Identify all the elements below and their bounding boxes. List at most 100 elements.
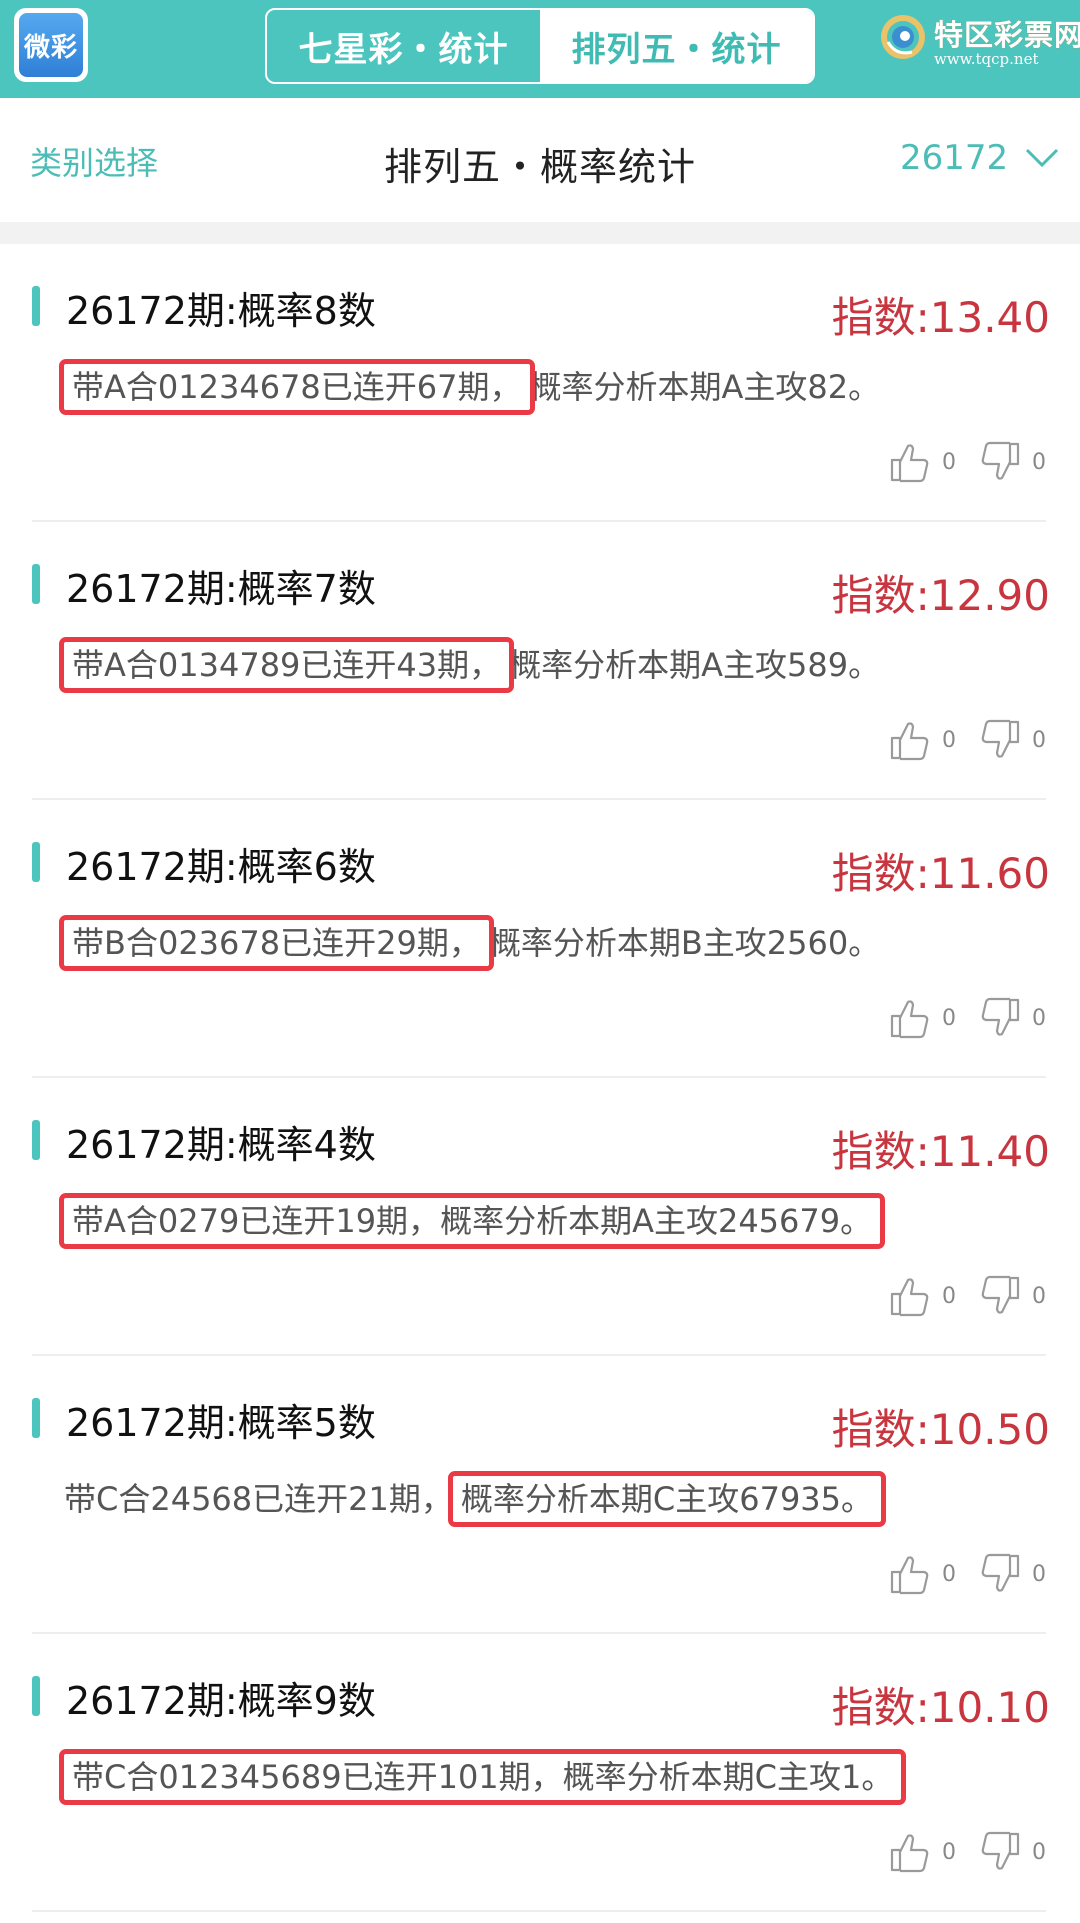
dislike-count: 0 <box>1032 727 1046 753</box>
thumbs-down-icon <box>981 1275 1020 1314</box>
like-count: 0 <box>942 1005 956 1031</box>
list-item: 26172期:概率5数 指数:10.50 带C合24568已连开21期， 概率分析… <box>0 1356 1080 1634</box>
card-title: 26172期:概率8数 <box>66 289 376 333</box>
accent-bar <box>32 1676 40 1716</box>
tab-qixingcai[interactable]: 七星彩・统计 <box>267 10 540 82</box>
brand-logo: 特区彩票网 www.tqcp.net <box>878 10 1080 70</box>
tab-pailiewu[interactable]: 排列五・统计 <box>540 10 813 82</box>
vote-actions: 0 0 <box>866 996 1046 1040</box>
app-logo[interactable]: 微彩 <box>14 8 88 82</box>
thumbs-up-icon <box>890 1278 929 1317</box>
section-divider <box>0 222 1080 244</box>
dislike-count: 0 <box>1032 1839 1046 1865</box>
dislike-button[interactable]: 0 <box>978 1830 1046 1874</box>
like-count: 0 <box>942 727 956 753</box>
card-index: 指数:12.90 <box>831 571 1050 620</box>
dislike-button[interactable]: 0 <box>978 1552 1046 1596</box>
brand-url: www.tqcp.net <box>934 50 1039 68</box>
like-button[interactable]: 0 <box>888 440 956 484</box>
like-button[interactable]: 0 <box>888 996 956 1040</box>
list-item: 26172期:概率8数 指数:13.40 带A合01234678已连开67期，概… <box>0 244 1080 522</box>
dislike-button[interactable]: 0 <box>978 440 1046 484</box>
card-description: 带A合0279已连开19期，概率分析本期A主攻245679。 <box>58 1193 886 1249</box>
card-index: 指数:10.10 <box>831 1683 1050 1732</box>
highlight-box: 带B合023678已连开29期， <box>59 915 494 971</box>
accent-bar <box>32 286 40 326</box>
issue-number: 26172 <box>900 138 1009 178</box>
card-index: 指数:10.50 <box>831 1405 1050 1454</box>
chevron-down-icon <box>1026 148 1059 168</box>
desc-analysis: 概率分析本期B主攻2560。 <box>488 924 881 962</box>
dislike-count: 0 <box>1032 1283 1046 1309</box>
like-count: 0 <box>942 1839 956 1865</box>
desc-analysis: 概率分析本期A主攻589。 <box>509 646 881 684</box>
card-description: 带C合012345689已连开101期，概率分析本期C主攻1。 <box>58 1749 907 1805</box>
thumbs-down-icon <box>981 1553 1020 1592</box>
issue-select-dropdown[interactable]: 26172 <box>900 138 1060 178</box>
dislike-button[interactable]: 0 <box>978 718 1046 762</box>
vote-actions: 0 0 <box>866 718 1046 762</box>
like-count: 0 <box>942 1561 956 1587</box>
vote-actions: 0 0 <box>866 1552 1046 1596</box>
list-item: 26172期:概率9数 指数:10.10 带C合012345689已连开101期… <box>0 1634 1080 1912</box>
like-count: 0 <box>942 449 956 475</box>
dislike-button[interactable]: 0 <box>978 996 1046 1040</box>
thumbs-down-icon <box>981 997 1020 1036</box>
list-item: 26172期:概率6数 指数:11.60 带B合023678已连开29期， 概率分… <box>0 800 1080 1078</box>
desc-streak: 带C合012345689已连开101期， <box>72 1758 563 1796</box>
highlight-box: 带A合01234678已连开67期， <box>59 359 535 415</box>
desc-analysis: 概率分析本期C主攻1。 <box>562 1758 894 1796</box>
card-title: 26172期:概率9数 <box>66 1679 376 1723</box>
vote-actions: 0 0 <box>866 440 1046 484</box>
like-count: 0 <box>942 1283 956 1309</box>
lottery-tabs: 七星彩・统计 排列五・统计 <box>265 8 815 84</box>
highlight-box: 概率分析本期C主攻67935。 <box>447 1471 887 1527</box>
card-title: 26172期:概率5数 <box>66 1401 376 1445</box>
card-description: 带A合01234678已连开67期， 概率分析本期A主攻82。 <box>59 359 881 415</box>
swirl-logo-icon <box>881 15 925 59</box>
dislike-count: 0 <box>1032 1561 1046 1587</box>
thumbs-up-icon <box>890 1000 929 1039</box>
vote-actions: 0 0 <box>866 1274 1046 1318</box>
card-index: 指数:11.40 <box>831 1127 1050 1176</box>
highlight-box: 带A合0279已连开19期，概率分析本期A主攻245679。 <box>58 1193 886 1249</box>
thumbs-down-icon <box>981 1831 1020 1870</box>
card-title: 26172期:概率6数 <box>66 845 376 889</box>
card-title: 26172期:概率7数 <box>66 567 376 611</box>
dislike-count: 0 <box>1032 449 1046 475</box>
vote-actions: 0 0 <box>866 1830 1046 1874</box>
thumbs-up-icon <box>890 722 929 761</box>
brand-name: 特区彩票网 <box>934 18 1080 52</box>
thumbs-up-icon <box>890 444 929 483</box>
desc-streak: 带A合0279已连开19期， <box>72 1202 441 1240</box>
filter-bar: 类别选择 排列五・概率统计 26172 <box>0 98 1080 222</box>
app-logo-text: 微彩 <box>19 13 83 77</box>
dislike-button[interactable]: 0 <box>978 1274 1046 1318</box>
like-button[interactable]: 0 <box>888 1552 956 1596</box>
thumbs-up-icon <box>890 1834 929 1873</box>
card-index: 指数:13.40 <box>831 293 1050 342</box>
thumbs-down-icon <box>981 441 1020 480</box>
card-title: 26172期:概率4数 <box>66 1123 376 1167</box>
card-description: 带B合023678已连开29期， 概率分析本期B主攻2560。 <box>59 915 881 971</box>
thumbs-down-icon <box>981 719 1020 758</box>
like-button[interactable]: 0 <box>888 718 956 762</box>
desc-streak: 带C合24568已连开21期， <box>64 1480 453 1518</box>
list-item: 26172期:概率4数 指数:11.40 带A合0279已连开19期，概率分析本… <box>0 1078 1080 1356</box>
list-item: 26172期:概率7数 指数:12.90 带A合0134789已连开43期， 概率… <box>0 522 1080 800</box>
desc-analysis: 概率分析本期A主攻82。 <box>529 368 881 406</box>
accent-bar <box>32 1120 40 1160</box>
accent-bar <box>32 564 40 604</box>
divider <box>32 1910 1046 1912</box>
like-button[interactable]: 0 <box>888 1830 956 1874</box>
top-header: 微彩 七星彩・统计 排列五・统计 特区彩票网 www.tqcp.net <box>0 0 1080 98</box>
card-index: 指数:11.60 <box>831 849 1050 898</box>
accent-bar <box>32 1398 40 1438</box>
dislike-count: 0 <box>1032 1005 1046 1031</box>
desc-analysis: 概率分析本期A主攻245679。 <box>440 1202 873 1240</box>
thumbs-up-icon <box>890 1556 929 1595</box>
accent-bar <box>32 842 40 882</box>
highlight-box: 带C合012345689已连开101期，概率分析本期C主攻1。 <box>58 1749 907 1805</box>
like-button[interactable]: 0 <box>888 1274 956 1318</box>
card-description: 带A合0134789已连开43期， 概率分析本期A主攻589。 <box>58 637 881 693</box>
